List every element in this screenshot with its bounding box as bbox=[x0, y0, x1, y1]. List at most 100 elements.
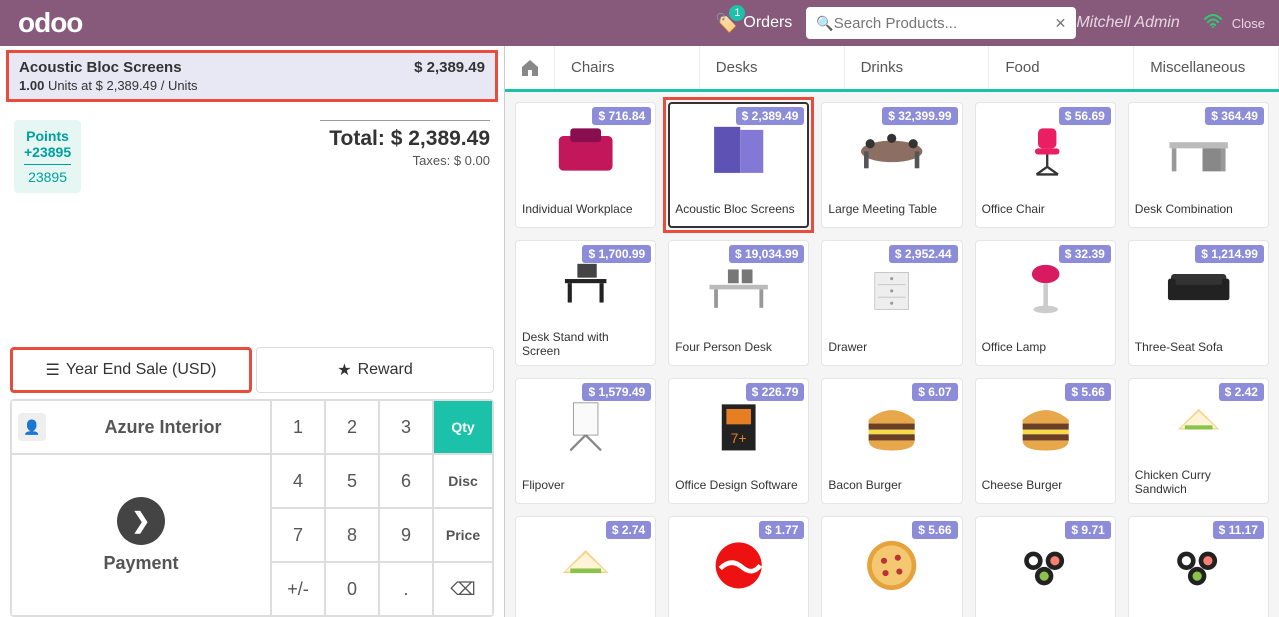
product-card[interactable]: $ 2.42 Chicken Curry Sandwich bbox=[1128, 378, 1269, 504]
num-dot[interactable]: . bbox=[379, 562, 433, 616]
product-price: $ 6.07 bbox=[912, 383, 957, 401]
product-label: Large Meeting Table bbox=[822, 199, 961, 227]
num-8[interactable]: 8 bbox=[325, 508, 379, 562]
product-card[interactable]: $ 2.74 Club Sandwich bbox=[515, 516, 656, 617]
product-label: Drawer bbox=[822, 337, 961, 365]
product-price: $ 226.79 bbox=[746, 383, 805, 401]
product-label: Acoustic Bloc Screens bbox=[669, 199, 808, 227]
category-food[interactable]: Food bbox=[989, 46, 1134, 89]
product-label: Desk Combination bbox=[1129, 199, 1268, 227]
home-icon bbox=[520, 59, 540, 77]
product-label: Lunch Salmon 20pc bbox=[1129, 613, 1268, 617]
product-price: $ 2.42 bbox=[1219, 383, 1264, 401]
product-label: Four Person Desk bbox=[669, 337, 808, 365]
user-name[interactable]: Mitchell Admin bbox=[1076, 14, 1193, 32]
product-price: $ 2,952.44 bbox=[889, 245, 958, 263]
category-chairs[interactable]: Chairs bbox=[555, 46, 700, 89]
order-pane: Acoustic Bloc Screens 1.00 Units at $ 2,… bbox=[0, 46, 505, 617]
reward-button[interactable]: ★ Reward bbox=[256, 347, 494, 393]
product-price: $ 5.66 bbox=[912, 521, 957, 539]
category-bar: Chairs Desks Drinks Food Miscellaneous bbox=[505, 46, 1279, 92]
category-misc[interactable]: Miscellaneous bbox=[1134, 46, 1279, 89]
orders-label: Orders bbox=[743, 14, 792, 32]
home-category[interactable] bbox=[505, 46, 555, 89]
num-7[interactable]: 7 bbox=[271, 508, 325, 562]
product-card[interactable]: $ 5.66 Funghi bbox=[821, 516, 962, 617]
product-price: $ 56.69 bbox=[1059, 107, 1111, 125]
product-card[interactable]: $ 1,579.49Flipover bbox=[515, 378, 656, 504]
num-5[interactable]: 5 bbox=[325, 454, 379, 508]
order-line[interactable]: Acoustic Bloc Screens 1.00 Units at $ 2,… bbox=[6, 50, 498, 102]
product-price: $ 1.77 bbox=[759, 521, 804, 539]
main: Acoustic Bloc Screens 1.00 Units at $ 2,… bbox=[0, 46, 1279, 617]
order-line-name: Acoustic Bloc Screens bbox=[19, 59, 198, 76]
product-card[interactable]: $ 32.39Office Lamp bbox=[975, 240, 1116, 366]
product-card[interactable]: $ 1,214.99Three-Seat Sofa bbox=[1128, 240, 1269, 366]
num-1[interactable]: 1 bbox=[271, 400, 325, 454]
product-price: $ 5.66 bbox=[1065, 383, 1110, 401]
product-card[interactable]: $ 1.77 Coca-Cola bbox=[668, 516, 809, 617]
promo-row: ☰ Year End Sale (USD) ★ Reward bbox=[6, 347, 498, 393]
num-2[interactable]: 2 bbox=[325, 400, 379, 454]
mode-qty[interactable]: Qty bbox=[433, 400, 493, 454]
product-price: $ 19,034.99 bbox=[729, 245, 804, 263]
product-pane: Chairs Desks Drinks Food Miscellaneous $… bbox=[505, 46, 1279, 617]
orders-button[interactable]: 🏷️1 Orders bbox=[715, 13, 792, 34]
product-label: Coca-Cola bbox=[669, 613, 808, 617]
product-label: Chicken Curry Sandwich bbox=[1129, 465, 1268, 503]
product-card[interactable]: $ 716.84Individual Workplace bbox=[515, 102, 656, 228]
num-pm[interactable]: +/- bbox=[271, 562, 325, 616]
product-label: Funghi bbox=[822, 613, 961, 617]
year-end-sale-button[interactable]: ☰ Year End Sale (USD) bbox=[10, 347, 252, 393]
product-card[interactable]: $ 19,034.99 Four Person Desk bbox=[668, 240, 809, 366]
product-label: Individual Workplace bbox=[516, 199, 655, 227]
search-input[interactable] bbox=[834, 15, 1055, 32]
mode-disc[interactable]: Disc bbox=[433, 454, 493, 508]
product-label: Cheese Burger bbox=[976, 475, 1115, 503]
product-card[interactable]: $ 6.07 Bacon Burger bbox=[821, 378, 962, 504]
product-label: Club Sandwich bbox=[516, 613, 655, 617]
numpad: 👤 Azure Interior 1 2 3 Qty ❯ Payment 4 5… bbox=[10, 399, 494, 617]
num-del[interactable]: ⌫ bbox=[433, 562, 493, 616]
product-card[interactable]: $ 32,399.99 Large Meeting Table bbox=[821, 102, 962, 228]
num-9[interactable]: 9 bbox=[379, 508, 433, 562]
clear-search-icon[interactable]: ✕ bbox=[1055, 15, 1067, 32]
star-icon: ★ bbox=[337, 360, 351, 380]
num-4[interactable]: 4 bbox=[271, 454, 325, 508]
product-price: $ 32,399.99 bbox=[882, 107, 957, 125]
order-line-detail: 1.00 Units at $ 2,389.49 / Units bbox=[19, 78, 198, 93]
totals-row: Points +23895 23895 Total: $ 2,389.49 Ta… bbox=[6, 120, 498, 193]
num-0[interactable]: 0 bbox=[325, 562, 379, 616]
num-6[interactable]: 6 bbox=[379, 454, 433, 508]
search-icon: 🔍 bbox=[816, 15, 833, 32]
svg-text:7+: 7+ bbox=[731, 429, 747, 445]
product-card[interactable]: $ 364.49Desk Combination bbox=[1128, 102, 1269, 228]
points-box: Points +23895 23895 bbox=[14, 120, 81, 193]
customer-button[interactable]: 👤 Azure Interior bbox=[11, 400, 271, 454]
product-label: Bacon Burger bbox=[822, 475, 961, 503]
product-card[interactable]: $ 9.71Lunch Maki 18pc bbox=[975, 516, 1116, 617]
chevron-right-icon: ❯ bbox=[117, 497, 165, 545]
list-icon: ☰ bbox=[46, 360, 60, 380]
mode-price[interactable]: Price bbox=[433, 508, 493, 562]
product-card[interactable]: $ 5.66 Cheese Burger bbox=[975, 378, 1116, 504]
product-card[interactable]: $ 2,389.49Acoustic Bloc Screens bbox=[668, 102, 809, 228]
search-box[interactable]: 🔍 ✕ bbox=[806, 7, 1076, 39]
product-label: Flipover bbox=[516, 475, 655, 503]
product-card[interactable]: $ 1,700.99Desk Stand with Screen bbox=[515, 240, 656, 366]
product-card[interactable]: $ 226.797+Office Design Software bbox=[668, 378, 809, 504]
totals: Total: $ 2,389.49 Taxes: $ 0.00 bbox=[320, 120, 490, 168]
product-card[interactable]: $ 11.17Lunch Salmon 20pc bbox=[1128, 516, 1269, 617]
close-button[interactable]: Close bbox=[1232, 16, 1279, 31]
category-drinks[interactable]: Drinks bbox=[845, 46, 990, 89]
tag-icon: 🏷️1 bbox=[715, 13, 737, 34]
product-label: Three-Seat Sofa bbox=[1129, 337, 1268, 365]
category-desks[interactable]: Desks bbox=[700, 46, 845, 89]
num-3[interactable]: 3 bbox=[379, 400, 433, 454]
product-card[interactable]: $ 2,952.44 Drawer bbox=[821, 240, 962, 366]
product-price: $ 2.74 bbox=[606, 521, 651, 539]
payment-button[interactable]: ❯ Payment bbox=[11, 454, 271, 616]
product-label: Office Chair bbox=[976, 199, 1115, 227]
product-label: Desk Stand with Screen bbox=[516, 327, 655, 365]
product-card[interactable]: $ 56.69 Office Chair bbox=[975, 102, 1116, 228]
